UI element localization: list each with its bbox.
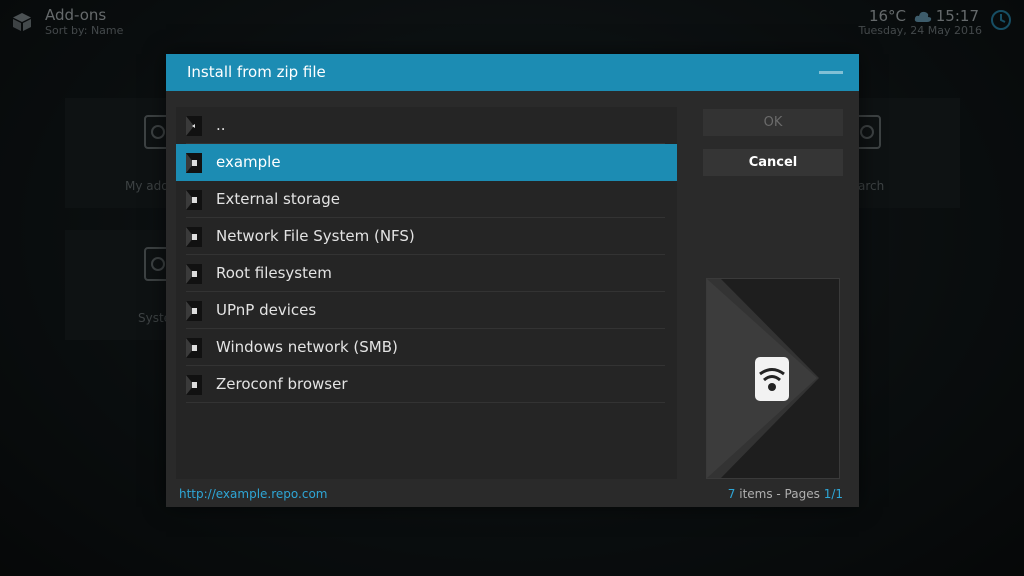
- drive-icon: [186, 153, 202, 173]
- list-item[interactable]: UPnP devices: [176, 292, 677, 329]
- drive-icon: [186, 338, 202, 358]
- list-item-label: ..: [216, 116, 226, 134]
- list-item[interactable]: ..: [176, 107, 677, 144]
- drive-icon: [186, 301, 202, 321]
- dialog-title: Install from zip file: [187, 63, 326, 81]
- list-item-label: Zeroconf browser: [216, 375, 348, 393]
- item-count: 7 items - Pages 1/1: [728, 487, 843, 501]
- list-item-label: UPnP devices: [216, 301, 317, 319]
- drive-icon: [186, 264, 202, 284]
- drive-icon: [186, 227, 202, 247]
- list-item-label: Network File System (NFS): [216, 227, 415, 245]
- current-path: http://example.repo.com: [179, 487, 328, 501]
- list-item-label: Root filesystem: [216, 264, 332, 282]
- parent-folder-icon: [186, 116, 202, 136]
- list-item[interactable]: Network File System (NFS): [176, 218, 677, 255]
- list-item[interactable]: Windows network (SMB): [176, 329, 677, 366]
- list-item[interactable]: External storage: [176, 181, 677, 218]
- list-item-label: External storage: [216, 190, 340, 208]
- cancel-button[interactable]: Cancel: [703, 149, 843, 176]
- install-zip-dialog: Install from zip file .. example Externa…: [166, 54, 859, 507]
- item-count-text: items - Pages: [735, 487, 824, 501]
- list-item[interactable]: Zeroconf browser: [176, 366, 677, 403]
- dialog-header: Install from zip file: [166, 54, 859, 91]
- file-list: .. example External storage Network File…: [176, 107, 677, 479]
- list-item-label: example: [216, 153, 281, 171]
- drive-icon: [186, 375, 202, 395]
- drive-thumbnail-icon: [707, 279, 819, 478]
- ok-button[interactable]: OK: [703, 109, 843, 136]
- item-preview: [706, 278, 840, 479]
- list-item-label: Windows network (SMB): [216, 338, 398, 356]
- list-item[interactable]: example: [176, 144, 677, 181]
- list-item[interactable]: Root filesystem: [176, 255, 677, 292]
- header-logo-mark: [819, 71, 843, 74]
- drive-icon: [186, 190, 202, 210]
- row-divider: [186, 402, 665, 403]
- page-indicator: 1/1: [823, 487, 843, 501]
